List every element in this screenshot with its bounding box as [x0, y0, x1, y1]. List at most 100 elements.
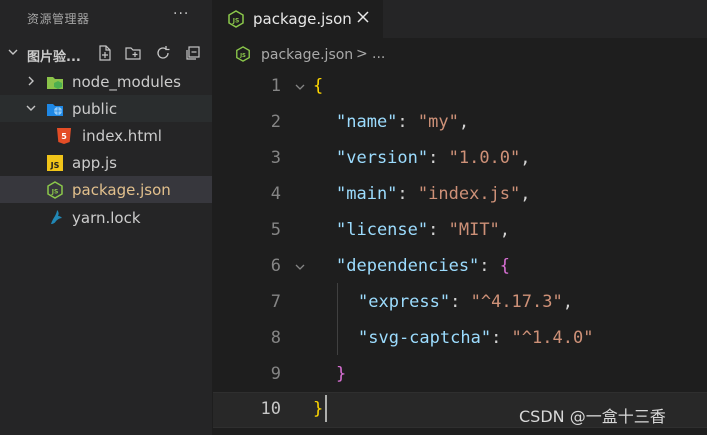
- tree-item-label: node_modules: [72, 73, 181, 91]
- nodejs-icon: JS: [47, 181, 63, 199]
- line-number: 5: [270, 220, 281, 240]
- indent-guide: [337, 283, 338, 355]
- tree-item-label: yarn.lock: [72, 209, 141, 227]
- code-line[interactable]: 8 "svg-captcha": "^1.4.0": [213, 322, 707, 358]
- breadcrumb: JS package.json > ...: [213, 40, 707, 70]
- code-token: "license": [336, 220, 429, 240]
- code-token: :: [450, 292, 471, 312]
- code-token: }: [313, 399, 324, 419]
- svg-text:5: 5: [61, 132, 67, 141]
- node-folder-icon: [47, 77, 63, 89]
- code-token: "MIT": [448, 220, 500, 240]
- refresh-icon[interactable]: [154, 44, 172, 62]
- code-line[interactable]: 1{: [213, 70, 707, 106]
- code-token: "^4.17.3": [470, 292, 563, 312]
- fold-chevron-icon[interactable]: [293, 260, 307, 274]
- collapse-all-icon[interactable]: [184, 44, 202, 62]
- tree-item-public[interactable]: public: [0, 95, 212, 122]
- html5-icon: 5: [57, 128, 71, 144]
- svg-text:JS: JS: [50, 161, 60, 170]
- javascript-icon: JS: [47, 155, 63, 171]
- svg-text:JS: JS: [232, 18, 240, 25]
- code-line[interactable]: 4 "main": "index.js",: [213, 178, 707, 214]
- code-token: ,: [562, 292, 573, 312]
- code-token: }: [336, 364, 347, 384]
- breadcrumb-file[interactable]: package.json: [261, 47, 353, 63]
- tree-item-label: package.json: [72, 181, 171, 199]
- tree-item-package-json[interactable]: JS package.json: [0, 176, 212, 203]
- tab-package-json[interactable]: JS package.json: [213, 0, 383, 38]
- tree-item-label: index.html: [82, 127, 162, 145]
- tree-item-yarn-lock[interactable]: yarn.lock: [0, 204, 212, 231]
- code-token: ,: [458, 112, 470, 132]
- code-text: "main": "index.js",: [336, 184, 531, 204]
- code-line[interactable]: 5 "license": "MIT",: [213, 214, 707, 250]
- code-line[interactable]: 2 "name": "my",: [213, 106, 707, 142]
- code-editor[interactable]: 1{2 "name": "my", 3 "version": "1.0.0", 4 "ma…: [213, 70, 707, 435]
- line-number: 7: [270, 292, 281, 312]
- code-token: "my": [417, 112, 459, 132]
- code-token: ,: [499, 220, 511, 240]
- nodejs-icon: JS: [236, 46, 250, 62]
- code-token: ,: [520, 148, 531, 168]
- line-number: 4: [270, 184, 281, 204]
- code-line[interactable]: 3 "version": "1.0.0",: [213, 142, 707, 178]
- chevron-down-icon: [26, 105, 36, 111]
- code-token: {: [313, 76, 324, 96]
- close-icon[interactable]: [355, 9, 371, 25]
- code-line[interactable]: 9}: [213, 358, 707, 394]
- code-text: "license": "MIT",: [336, 220, 510, 240]
- explorer-sidebar: 资源管理器 ··· 图片验... node_modules public 5 i…: [0, 0, 212, 435]
- tree-item-index-html[interactable]: 5 index.html: [0, 122, 212, 149]
- explorer-title: 资源管理器: [27, 12, 90, 26]
- chevron-down-icon[interactable]: [6, 45, 20, 59]
- tree-item-label: public: [72, 100, 118, 118]
- code-token: "1.0.0": [448, 148, 521, 168]
- code-text: "name": "my",: [336, 112, 469, 132]
- code-text: }: [336, 364, 346, 384]
- line-number: 2: [270, 112, 281, 132]
- code-text: {: [313, 76, 323, 96]
- code-line[interactable]: 7 "express": "^4.17.3",: [213, 286, 707, 322]
- tree-item-app-js[interactable]: JS app.js: [0, 149, 212, 176]
- code-text: "svg-captcha": "^1.4.0": [358, 328, 593, 348]
- nodejs-icon: JS: [228, 10, 244, 28]
- code-token: :: [479, 256, 500, 276]
- line-number: 8: [270, 328, 281, 348]
- breadcrumb-separator: >: [356, 46, 368, 62]
- code-text: "version": "1.0.0",: [336, 148, 531, 168]
- fold-chevron-icon[interactable]: [293, 80, 307, 94]
- code-token: ,: [520, 184, 531, 204]
- code-token: "svg-captcha": [358, 328, 492, 348]
- line-number: 10: [260, 399, 281, 419]
- watermark: CSDN @一盒十三香: [519, 407, 666, 426]
- line-number: 3: [270, 148, 281, 168]
- tab-label: package.json: [253, 10, 352, 28]
- code-text: "express": "^4.17.3",: [358, 292, 573, 312]
- code-token: :: [428, 148, 449, 168]
- line-number: 9: [270, 364, 281, 384]
- text-cursor: [325, 395, 327, 422]
- code-token: :: [491, 328, 512, 348]
- breadcrumb-more[interactable]: ...: [372, 46, 385, 62]
- workspace-folder-name: 图片验...: [27, 50, 81, 65]
- code-token: "index.js": [417, 184, 521, 204]
- code-token: "version": [336, 148, 429, 168]
- code-text: }: [313, 399, 323, 419]
- code-token: "dependencies": [336, 256, 480, 276]
- chevron-right-icon: [28, 76, 34, 86]
- code-token: "name": [336, 112, 398, 132]
- code-token: "express": [358, 292, 451, 312]
- editor-tab-bar: JS package.json: [213, 0, 707, 38]
- code-token: :: [397, 184, 418, 204]
- line-number: 6: [270, 256, 281, 276]
- more-actions-icon[interactable]: ···: [173, 6, 189, 22]
- code-token: {: [499, 256, 511, 276]
- tree-item-node-modules[interactable]: node_modules: [0, 68, 212, 95]
- code-line[interactable]: 6 "dependencies": {: [213, 250, 707, 286]
- line-number: 1: [270, 76, 281, 96]
- new-folder-icon[interactable]: [124, 44, 142, 62]
- new-file-icon[interactable]: [96, 44, 114, 62]
- code-token: :: [428, 220, 449, 240]
- code-token: :: [397, 112, 418, 132]
